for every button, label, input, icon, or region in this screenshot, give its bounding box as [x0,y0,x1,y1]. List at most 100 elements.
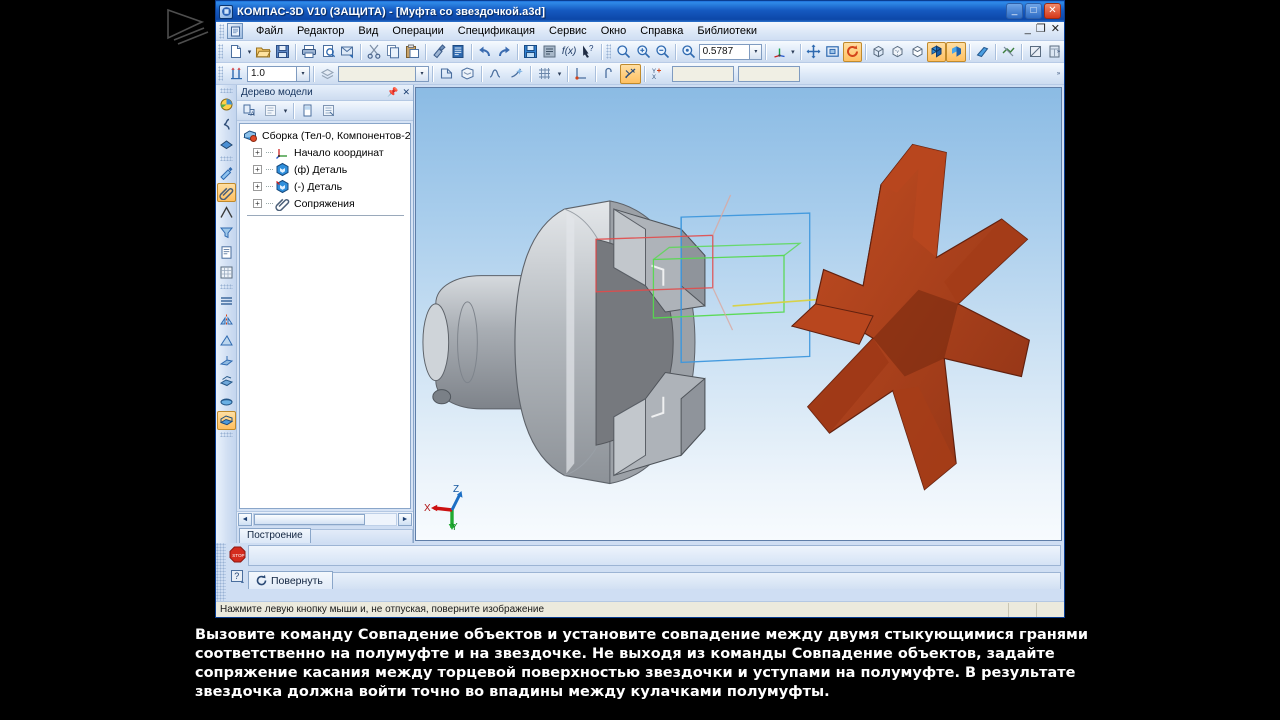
coordinates-icon[interactable]: YX [648,64,669,84]
variables-icon[interactable] [540,42,559,62]
snap-step-input[interactable]: 1.0 [247,65,297,82]
coordinate-y-input[interactable] [738,65,800,82]
expand-icon[interactable]: + [253,165,262,174]
array-icon[interactable] [217,291,236,310]
orientation-icon[interactable] [769,42,788,62]
edit-sketch-icon[interactable] [436,64,457,84]
toolbar-state-overflow-button[interactable]: » [1054,65,1063,83]
send-icon[interactable] [338,42,357,62]
mdi-close-button[interactable]: ✕ [1051,24,1060,35]
vtoolbar-grip[interactable] [219,284,233,289]
minimize-button[interactable]: _ [1006,3,1023,19]
spline-icon[interactable] [485,64,506,84]
auxiliary-geometry-icon[interactable] [217,163,236,182]
restrict-angle-icon[interactable] [599,64,620,84]
pin-icon[interactable]: 📌 [387,86,398,98]
redo-icon[interactable] [494,42,513,62]
layer-input[interactable] [338,65,416,82]
maximize-button[interactable]: □ [1025,3,1042,19]
help-button[interactable]: ? [228,567,247,586]
expand-icon[interactable]: + [253,182,262,191]
vtoolbar-grip[interactable] [219,156,233,161]
component-icon[interactable] [216,411,236,430]
save-document-icon[interactable] [273,42,292,62]
tree-node-origin[interactable]: + Начало координат [243,144,410,161]
equation-icon[interactable]: f(x) [559,42,578,62]
hidden-lines-icon[interactable] [888,42,907,62]
mechanics-icon[interactable] [217,331,236,350]
snap-step-icon[interactable] [226,64,247,84]
toolbar-standard-grip[interactable] [218,44,223,59]
model-tree-horizontal-scrollbar[interactable]: ◄ ► [237,511,413,526]
expand-icon[interactable]: + [253,148,262,157]
scrollbar-thumb[interactable] [254,513,365,525]
section-icon[interactable] [1025,42,1044,62]
wireframe-icon[interactable] [869,42,888,62]
perspective-icon[interactable] [973,42,992,62]
pan-icon[interactable] [804,42,823,62]
menu-item-8[interactable]: Библиотеки [690,23,764,39]
menu-item-6[interactable]: Окно [594,23,634,39]
toolbar-state-grip[interactable] [218,66,223,81]
report-icon[interactable] [217,263,236,282]
grid-icon[interactable] [534,64,555,84]
tree-structure-icon[interactable]: A [239,101,260,121]
tree-node-assembly[interactable]: Сборка (Тел-0, Компонентов-2) [243,127,410,144]
scrollbar-track[interactable] [253,512,397,526]
tree-properties-icon[interactable] [297,101,318,121]
elements-icon[interactable] [217,371,236,390]
tree-node-part[interactable]: + (-) Деталь [243,178,410,195]
zoom-scale-icon[interactable] [679,42,698,62]
scroll-right-button[interactable]: ► [398,512,412,526]
model-viewport[interactable]: X Y Z [415,87,1062,541]
zoom-out-icon[interactable] [653,42,672,62]
edit-model-icon[interactable] [217,95,236,114]
new-document-dropdown-icon[interactable]: ▾ [245,42,253,62]
format-painter-icon[interactable] [429,42,448,62]
tree-node-part-fixed[interactable]: + (ф) Деталь [243,161,410,178]
rotate-icon[interactable] [842,41,862,62]
mirror-icon[interactable] [217,311,236,330]
vtoolbar-grip[interactable] [219,88,233,93]
filters-icon[interactable] [217,223,236,242]
menu-item-7[interactable]: Справка [633,23,690,39]
property-panel-grip[interactable] [216,543,226,601]
snap-bindings-icon[interactable] [620,63,641,84]
vtoolbar-grip[interactable] [219,432,233,437]
no-hidden-lines-icon[interactable] [908,42,927,62]
undo-icon[interactable] [475,42,494,62]
tree-node-mates[interactable]: + Сопряжения [243,195,410,212]
zoom-window-icon[interactable] [614,42,633,62]
specification-icon[interactable] [217,243,236,262]
scroll-left-button[interactable]: ◄ [238,512,252,526]
tab-rotate[interactable]: Повернуть [248,571,333,589]
grid-dropdown-icon[interactable]: ▾ [555,64,564,84]
sheet-metal-icon[interactable] [217,351,236,370]
manager-icon[interactable] [521,42,540,62]
surface-ops-icon[interactable] [217,391,236,410]
menu-item-5[interactable]: Сервис [542,23,594,39]
tree-display-dropdown-icon[interactable]: ▾ [281,101,290,121]
expand-icon[interactable]: + [253,199,262,208]
tree-relations-icon[interactable] [318,101,339,121]
hide-all-icon[interactable] [999,42,1018,62]
close-button[interactable]: ✕ [1044,3,1061,19]
context-help-icon[interactable]: ? [579,42,598,62]
coordinate-x-input[interactable] [672,65,734,82]
toolbar-overflow-button[interactable]: » [1054,43,1063,61]
orientation-dropdown-icon[interactable]: ▾ [789,42,797,62]
properties-icon[interactable] [449,42,468,62]
measure-3d-icon[interactable] [217,203,236,222]
surfaces-icon[interactable] [217,135,236,154]
spatial-curves-icon[interactable] [217,115,236,134]
layer-dropdown-icon[interactable]: ▾ [416,65,429,82]
document-icon[interactable] [227,23,243,39]
menu-item-4[interactable]: Спецификация [451,23,542,39]
zoom-scale-input[interactable]: 0.5787 [698,43,751,60]
model-tree-body[interactable]: Сборка (Тел-0, Компонентов-2) + Начало к… [239,123,411,509]
menu-item-2[interactable]: Вид [351,23,385,39]
copy-icon[interactable] [384,42,403,62]
property-panel-row[interactable] [248,545,1061,566]
open-document-icon[interactable] [254,42,273,62]
sketch-plane-icon[interactable] [457,64,478,84]
